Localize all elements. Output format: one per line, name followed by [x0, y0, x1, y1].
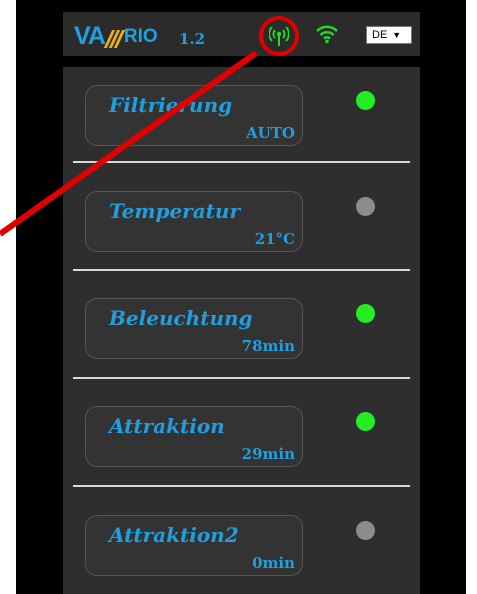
annotation-arrow: [0, 50, 258, 237]
